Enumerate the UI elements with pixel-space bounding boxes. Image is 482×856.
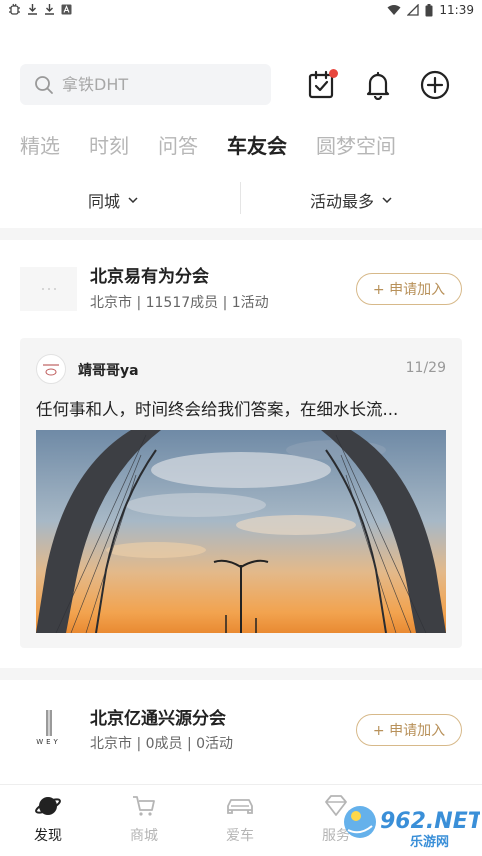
nav-my-car[interactable]: 爱车	[210, 793, 270, 845]
text-icon	[61, 4, 72, 14]
download-icon	[28, 4, 37, 15]
club-logo-wey: WEY	[20, 706, 77, 750]
post-text: 任何事和人，时间终会给我们答案，在细水长流...	[36, 400, 399, 419]
nav-my-car-label: 爱车	[226, 828, 254, 844]
post-image[interactable]	[36, 430, 446, 633]
avatar[interactable]	[36, 354, 66, 384]
filter-divider	[240, 182, 241, 214]
club-meta: 北京市 | 0成员 | 0活动	[90, 736, 234, 752]
watermark-brand: 962.NET	[380, 809, 480, 834]
join-club-button[interactable]: + 申请加入	[356, 273, 462, 305]
planet-icon	[35, 797, 61, 815]
tab-featured[interactable]: 精选	[20, 130, 60, 159]
wey-tower-icon	[45, 710, 52, 736]
bridge-sunset-photo	[36, 430, 446, 633]
tab-moments[interactable]: 时刻	[89, 130, 129, 159]
sort-filter[interactable]: 活动最多	[310, 188, 392, 212]
cart-icon	[133, 796, 155, 816]
club-name[interactable]: 北京亿通兴源分会	[90, 704, 226, 729]
tab-bar: 精选 时刻 问答 车友会 圆梦空间	[20, 130, 425, 159]
club-logo-text: WEY	[36, 738, 61, 746]
tab-qa[interactable]: 问答	[158, 130, 198, 159]
club-logo	[20, 267, 77, 311]
city-filter-label: 同城	[88, 192, 121, 211]
add-button[interactable]	[418, 68, 452, 102]
nav-discover[interactable]: 发现	[18, 793, 78, 845]
search-icon	[35, 75, 53, 94]
car-icon	[227, 799, 253, 814]
search-input[interactable]	[62, 75, 252, 94]
sort-filter-label: 活动最多	[310, 192, 375, 211]
avatar-logo-icon	[43, 364, 59, 376]
wifi-icon	[387, 5, 401, 15]
watermark: 962.NET 乐游网	[340, 796, 482, 850]
download-icon	[45, 4, 54, 15]
calendar-check-button[interactable]	[305, 68, 339, 102]
chevron-down-icon	[128, 197, 138, 203]
search-box[interactable]	[20, 64, 271, 105]
plus-circle-icon	[420, 70, 450, 100]
watermark-logo: 962.NET 乐游网	[344, 806, 482, 850]
chevron-down-icon	[382, 197, 392, 203]
club-meta: 北京市 | 11517成员 | 1活动	[90, 295, 269, 311]
tab-car-club[interactable]: 车友会	[227, 130, 287, 159]
signal-icon	[407, 4, 420, 16]
club-logo-placeholder-icon	[41, 288, 56, 290]
battery-icon	[425, 3, 433, 16]
bug-icon	[9, 3, 20, 15]
watermark-sub: 乐游网	[410, 834, 449, 850]
nav-discover-label: 发现	[34, 828, 62, 844]
notification-dot	[329, 69, 338, 78]
section-divider	[0, 668, 482, 680]
bell-button[interactable]	[361, 68, 395, 102]
post-author[interactable]: 靖哥哥ya	[78, 360, 139, 380]
post-date: 11/29	[405, 360, 446, 376]
city-filter[interactable]: 同城	[88, 188, 138, 212]
club-card[interactable]: WEY 北京亿通兴源分会 北京市 | 0成员 | 0活动 + 申请加入	[0, 680, 482, 784]
post-card[interactable]: 靖哥哥ya 11/29 任何事和人，时间终会给我们答案，在细水长流...	[20, 338, 462, 648]
join-club-button[interactable]: + 申请加入	[356, 714, 462, 746]
status-left-icons	[8, 3, 72, 15]
section-divider	[0, 228, 482, 240]
club-name[interactable]: 北京易有为分会	[90, 262, 209, 287]
status-bar: 11:39	[0, 0, 482, 22]
nav-mall-label: 商城	[130, 828, 158, 844]
status-right-icons: 11:39	[387, 3, 474, 17]
filter-row: 同城 活动最多	[0, 180, 482, 220]
bell-icon	[366, 71, 390, 100]
nav-mall[interactable]: 商城	[114, 793, 174, 845]
status-time: 11:39	[439, 3, 474, 17]
tab-dream-space[interactable]: 圆梦空间	[316, 130, 396, 159]
